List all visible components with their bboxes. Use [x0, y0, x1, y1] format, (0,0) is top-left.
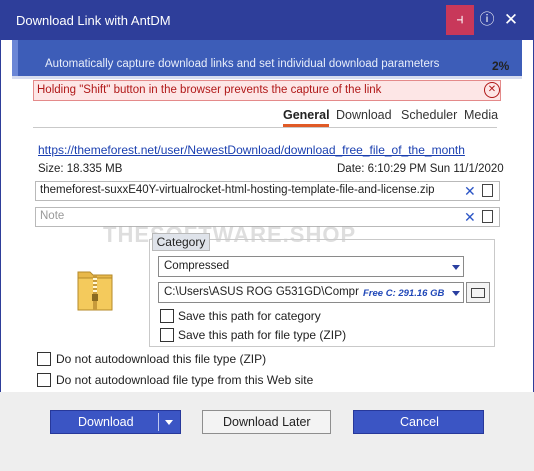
filename-field[interactable]: themeforest-suxxE40Y-virtualrocket-html-… [35, 181, 500, 201]
tab-general[interactable]: General [283, 108, 330, 122]
progress-bar [12, 76, 522, 79]
save-path-category-label: Save this path for category [178, 309, 321, 323]
save-path-type-checkbox[interactable] [160, 328, 174, 342]
close-circle-icon[interactable]: ✕ [484, 82, 500, 98]
chevron-down-icon [452, 265, 460, 270]
warning-text: Holding "Shift" button in the browser pr… [37, 84, 382, 96]
download-later-button[interactable]: Download Later [202, 410, 331, 434]
note-placeholder: Note [40, 210, 65, 222]
title-bar: Download Link with AntDM ⫞ ⓘ ✕ [0, 0, 534, 40]
free-space: Free C: 291.16 GB [363, 288, 445, 299]
chevron-down-icon [452, 291, 460, 296]
no-autodownload-site-label: Do not autodownload file type from this … [56, 373, 314, 387]
banner-stripe [12, 40, 18, 76]
clipboard-icon[interactable] [482, 184, 493, 197]
browse-folder-button[interactable] [466, 282, 490, 303]
category-label: Category [152, 233, 210, 251]
tab-scheduler[interactable]: Scheduler [401, 108, 457, 122]
tab-download[interactable]: Download [336, 108, 392, 122]
close-icon[interactable]: ✕ [500, 9, 522, 31]
help-icon[interactable]: ⓘ [476, 9, 498, 31]
filename-value: themeforest-suxxE40Y-virtualrocket-html-… [40, 184, 435, 196]
cancel-button[interactable]: Cancel [353, 410, 484, 434]
window-title: Download Link with AntDM [16, 13, 171, 28]
category-dropdown[interactable]: Compressed [158, 256, 464, 277]
shift-warning: Holding "Shift" button in the browser pr… [33, 80, 501, 101]
clear-note-icon[interactable]: ✕ [464, 209, 476, 226]
file-date: Date: 6:10:29 PM Sun 11/1/2020 [337, 163, 504, 175]
no-autodownload-type-checkbox[interactable] [37, 352, 51, 366]
progress-percent: 2% [492, 59, 510, 73]
info-banner: Automatically capture download links and… [12, 40, 522, 76]
download-button-label: Download [78, 415, 134, 429]
no-autodownload-site-checkbox[interactable] [37, 373, 51, 387]
split-divider [158, 413, 159, 431]
no-autodownload-type-label: Do not autodownload this file type (ZIP) [56, 352, 267, 366]
pin-icon[interactable]: ⫞ [446, 5, 474, 35]
download-button[interactable]: Download [50, 410, 181, 434]
save-path-value: C:\Users\ASUS ROG G531GD\Compresse [164, 286, 359, 298]
download-url-link[interactable]: https://themeforest.net/user/NewestDownl… [38, 143, 465, 157]
save-path-category-checkbox[interactable] [160, 309, 174, 323]
zip-file-icon [76, 266, 114, 312]
folder-icon [471, 288, 485, 298]
save-path-dropdown[interactable]: C:\Users\ASUS ROG G531GD\Compresse Free … [158, 282, 464, 303]
clear-filename-icon[interactable]: ✕ [464, 183, 476, 200]
chevron-down-icon[interactable] [165, 420, 173, 425]
download-later-label: Download Later [223, 415, 311, 429]
save-path-type-label: Save this path for file type (ZIP) [178, 328, 347, 342]
tab-media[interactable]: Media [464, 108, 498, 122]
file-size: Size: 18.335 MB [38, 163, 123, 175]
clipboard-icon[interactable] [482, 210, 493, 223]
banner-text: Automatically capture download links and… [45, 58, 440, 70]
category-value: Compressed [164, 260, 230, 272]
cancel-button-label: Cancel [400, 415, 439, 429]
tab-divider [33, 127, 497, 128]
